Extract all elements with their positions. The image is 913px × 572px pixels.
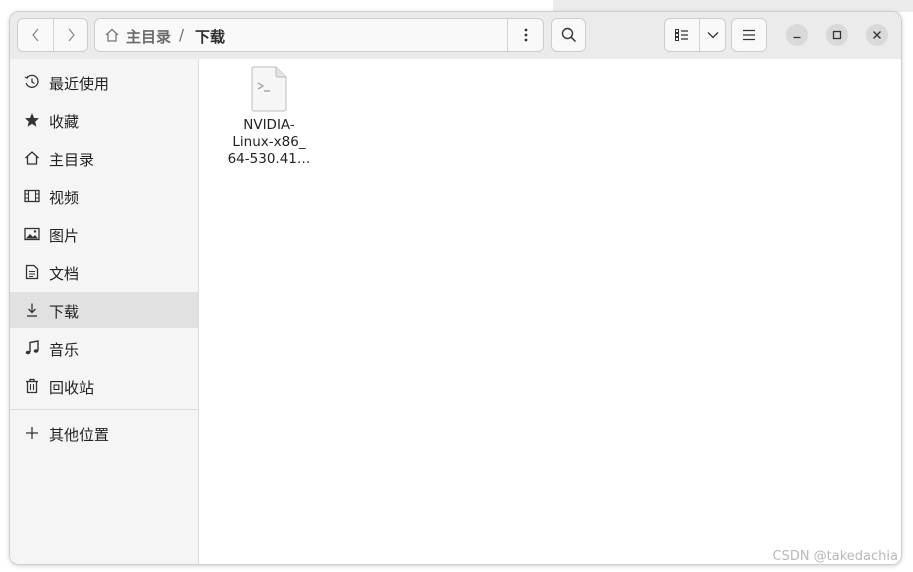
maximize-button[interactable] xyxy=(826,24,848,46)
sidebar-item-label: 其他位置 xyxy=(49,426,110,444)
maximize-icon xyxy=(832,30,842,40)
sidebar-item-starred[interactable]: 收藏 xyxy=(10,102,198,138)
image-icon xyxy=(24,226,40,242)
sidebar-item-home[interactable]: 主目录 xyxy=(10,140,198,176)
plus-icon xyxy=(24,425,40,441)
main-menu-button[interactable] xyxy=(731,18,767,52)
search-icon xyxy=(561,27,576,43)
file-manager-window: 主目录 / 下载 最近使用 收藏 主目录 视频 图片 文档 下载 音乐 回收站 … xyxy=(9,11,902,565)
minimize-button[interactable] xyxy=(786,24,808,46)
sidebar-item-label: 回收站 xyxy=(49,379,95,397)
view-options-dropdown[interactable] xyxy=(699,19,725,51)
trash-icon xyxy=(24,378,40,394)
file-item[interactable]: NVIDIA- Linux-x86_ 64-530.41… xyxy=(223,65,315,168)
chevron-down-icon xyxy=(707,32,718,39)
clock-icon xyxy=(24,74,40,90)
search-button[interactable] xyxy=(551,18,586,52)
document-icon xyxy=(24,264,40,280)
file-name-line: 64-530.41… xyxy=(227,151,311,167)
back-button[interactable] xyxy=(18,19,54,51)
file-name-line: NVIDIA- xyxy=(243,117,295,133)
breadcrumb-separator: / xyxy=(179,26,185,44)
file-name-line: Linux-x86_ xyxy=(232,134,306,150)
sidebar-item-downloads[interactable]: 下载 xyxy=(10,292,198,328)
vertical-dots-icon xyxy=(524,28,527,42)
list-view-icon xyxy=(675,29,688,41)
sidebar-item-label: 图片 xyxy=(49,227,80,245)
sidebar-divider xyxy=(10,409,198,410)
headerbar: 主目录 / 下载 xyxy=(10,12,901,60)
hamburger-icon xyxy=(743,29,755,41)
sidebar-item-label: 下载 xyxy=(49,303,80,321)
chevron-right-icon xyxy=(68,28,75,42)
sidebar-item-videos[interactable]: 视频 xyxy=(10,178,198,214)
view-toggle-group xyxy=(664,18,726,52)
file-name: NVIDIA- Linux-x86_ 64-530.41… xyxy=(223,117,315,168)
list-view-button[interactable] xyxy=(665,19,700,51)
chevron-left-icon xyxy=(31,28,38,42)
sidebar-item-label: 主目录 xyxy=(49,151,95,169)
sidebar-item-label: 最近使用 xyxy=(49,75,110,93)
film-icon xyxy=(24,188,40,204)
terminal-script-icon xyxy=(251,66,287,112)
sidebar-item-documents[interactable]: 文档 xyxy=(10,254,198,290)
breadcrumb-current[interactable]: 下载 xyxy=(195,26,225,47)
minimize-icon xyxy=(793,36,801,39)
sidebar-item-label: 收藏 xyxy=(49,113,80,131)
home-icon[interactable] xyxy=(104,27,120,43)
navigation-buttons xyxy=(17,18,88,52)
sidebar-item-label: 音乐 xyxy=(49,341,80,359)
download-icon xyxy=(24,302,40,318)
home-icon xyxy=(24,150,40,166)
watermark: CSDN @takedachia xyxy=(772,549,898,564)
star-icon xyxy=(24,112,40,128)
pathbar: 主目录 / 下载 xyxy=(94,18,544,52)
path-menu-button[interactable] xyxy=(507,19,543,51)
forward-button[interactable] xyxy=(53,19,87,51)
sidebar-item-label: 文档 xyxy=(49,265,80,283)
sidebar-item-label: 视频 xyxy=(49,189,80,207)
music-icon xyxy=(24,340,40,356)
file-view: NVIDIA- Linux-x86_ 64-530.41… xyxy=(199,59,901,564)
sidebar-item-other-locations[interactable]: 其他位置 xyxy=(10,415,198,451)
sidebar: 最近使用 收藏 主目录 视频 图片 文档 下载 音乐 回收站 其他位置 xyxy=(10,59,199,564)
breadcrumb-home[interactable]: 主目录 xyxy=(126,26,171,47)
close-icon xyxy=(873,31,881,39)
sidebar-item-pictures[interactable]: 图片 xyxy=(10,216,198,252)
sidebar-item-recent[interactable]: 最近使用 xyxy=(10,64,198,100)
close-button[interactable] xyxy=(866,24,888,46)
sidebar-item-music[interactable]: 音乐 xyxy=(10,330,198,366)
sidebar-item-trash[interactable]: 回收站 xyxy=(10,368,198,404)
